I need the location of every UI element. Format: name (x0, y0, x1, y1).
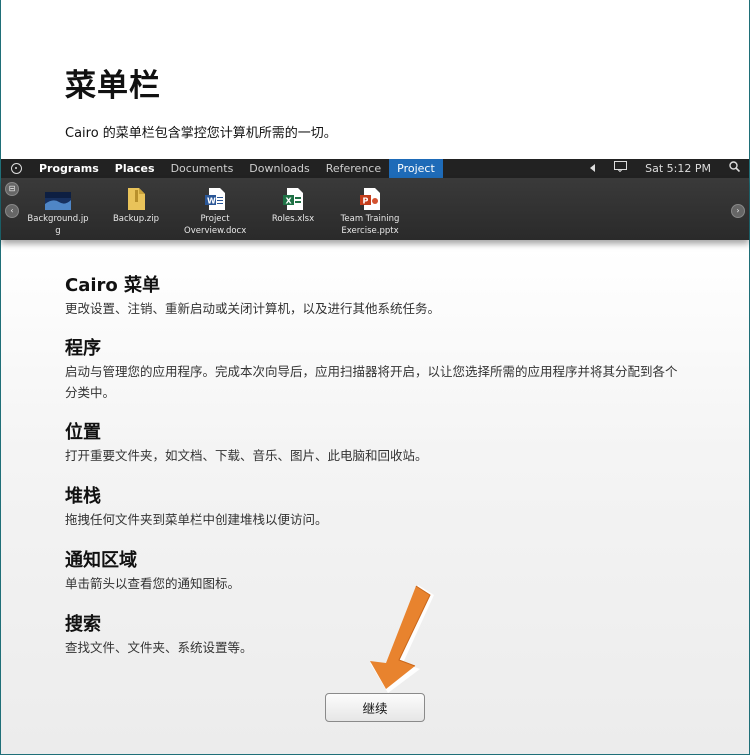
section-text: 启动与管理您的应用程序。完成本次向导后，应用扫描器将开启，以让您选择所需的应用程… (65, 364, 678, 400)
section-text: 更改设置、注销、重新启动或关闭计算机，以及进行其他系统任务。 (65, 301, 441, 316)
section-cairo-menu: Cairo 菜单 更改设置、注销、重新启动或关闭计算机，以及进行其他系统任务。 (65, 274, 705, 337)
section-text: 打开重要文件夹，如文档、下载、音乐、图片、此电脑和回收站。 (65, 448, 428, 463)
page-subtitle: Cairo 的菜单栏包含掌控您计算机所需的一切。 (65, 126, 337, 141)
section-places: 位置 打开重要文件夹，如文档、下载、音乐、图片、此电脑和回收站。 (65, 421, 705, 485)
powerpoint-file-icon: P (335, 188, 405, 210)
section-heading: 堆栈 (65, 486, 101, 507)
svg-text:P: P (363, 197, 369, 206)
scroll-left-icon[interactable]: ‹ (5, 204, 19, 218)
menubar-item-documents[interactable]: Documents (163, 159, 242, 178)
notification-arrow-icon[interactable] (581, 159, 605, 178)
section-heading: 程序 (65, 338, 101, 359)
menubar-item-project[interactable]: Project (389, 159, 443, 178)
scroll-right-icon[interactable]: › (731, 204, 745, 218)
search-icon[interactable] (720, 159, 749, 178)
stack-file[interactable]: Backup.zip (101, 188, 171, 225)
stack-file[interactable]: Background.jpg (23, 188, 93, 237)
stack-file[interactable]: P Team Training Exercise.pptx (335, 188, 405, 237)
section-programs: 程序 启动与管理您的应用程序。完成本次向导后，应用扫描器将开启，以让您选择所需的… (65, 337, 705, 421)
stack-preview: ⊟ ‹ › Background.jpg Backup.zip W Projec… (1, 178, 749, 240)
file-name: Backup.zip (112, 214, 160, 224)
menubar-preview: Programs Places Documents Downloads Refe… (1, 159, 749, 178)
file-name: Roles.xlsx (271, 214, 315, 224)
open-folder-icon[interactable]: ⊟ (5, 182, 19, 196)
word-file-icon: W (180, 188, 250, 210)
action-center-icon[interactable] (605, 159, 636, 178)
continue-button[interactable]: 继续 (325, 693, 425, 722)
section-heading: 位置 (65, 422, 101, 443)
pointer-arrow-icon (370, 585, 434, 693)
clock[interactable]: Sat 5:12 PM (636, 159, 720, 178)
menubar-item-places[interactable]: Places (107, 159, 163, 178)
menubar-item-programs[interactable]: Programs (31, 159, 107, 178)
zip-file-icon (101, 188, 171, 210)
cairo-logo-icon[interactable] (1, 159, 31, 178)
svg-text:X: X (286, 197, 293, 206)
svg-text:W: W (207, 197, 216, 206)
page-title: 菜单栏 (65, 68, 161, 104)
file-name: Project Overview.docx (184, 214, 247, 236)
menubar-item-downloads[interactable]: Downloads (241, 159, 317, 178)
section-stacks: 堆栈 拖拽任何文件夹到菜单栏中创建堆栈以便访问。 (65, 485, 705, 549)
wizard-window: 菜单栏 Cairo 的菜单栏包含掌控您计算机所需的一切。 Programs Pl… (0, 0, 750, 755)
section-heading: 通知区域 (65, 550, 137, 571)
stack-file[interactable]: X Roles.xlsx (258, 188, 328, 225)
section-heading: Cairo 菜单 (65, 275, 161, 296)
file-name: Team Training Exercise.pptx (340, 214, 400, 236)
menubar-item-reference[interactable]: Reference (318, 159, 389, 178)
image-file-icon (23, 188, 93, 210)
section-text: 拖拽任何文件夹到菜单栏中创建堆栈以便访问。 (65, 512, 328, 527)
file-name: Background.jpg (27, 214, 89, 236)
stack-file[interactable]: W Project Overview.docx (180, 188, 250, 237)
excel-file-icon: X (258, 188, 328, 210)
